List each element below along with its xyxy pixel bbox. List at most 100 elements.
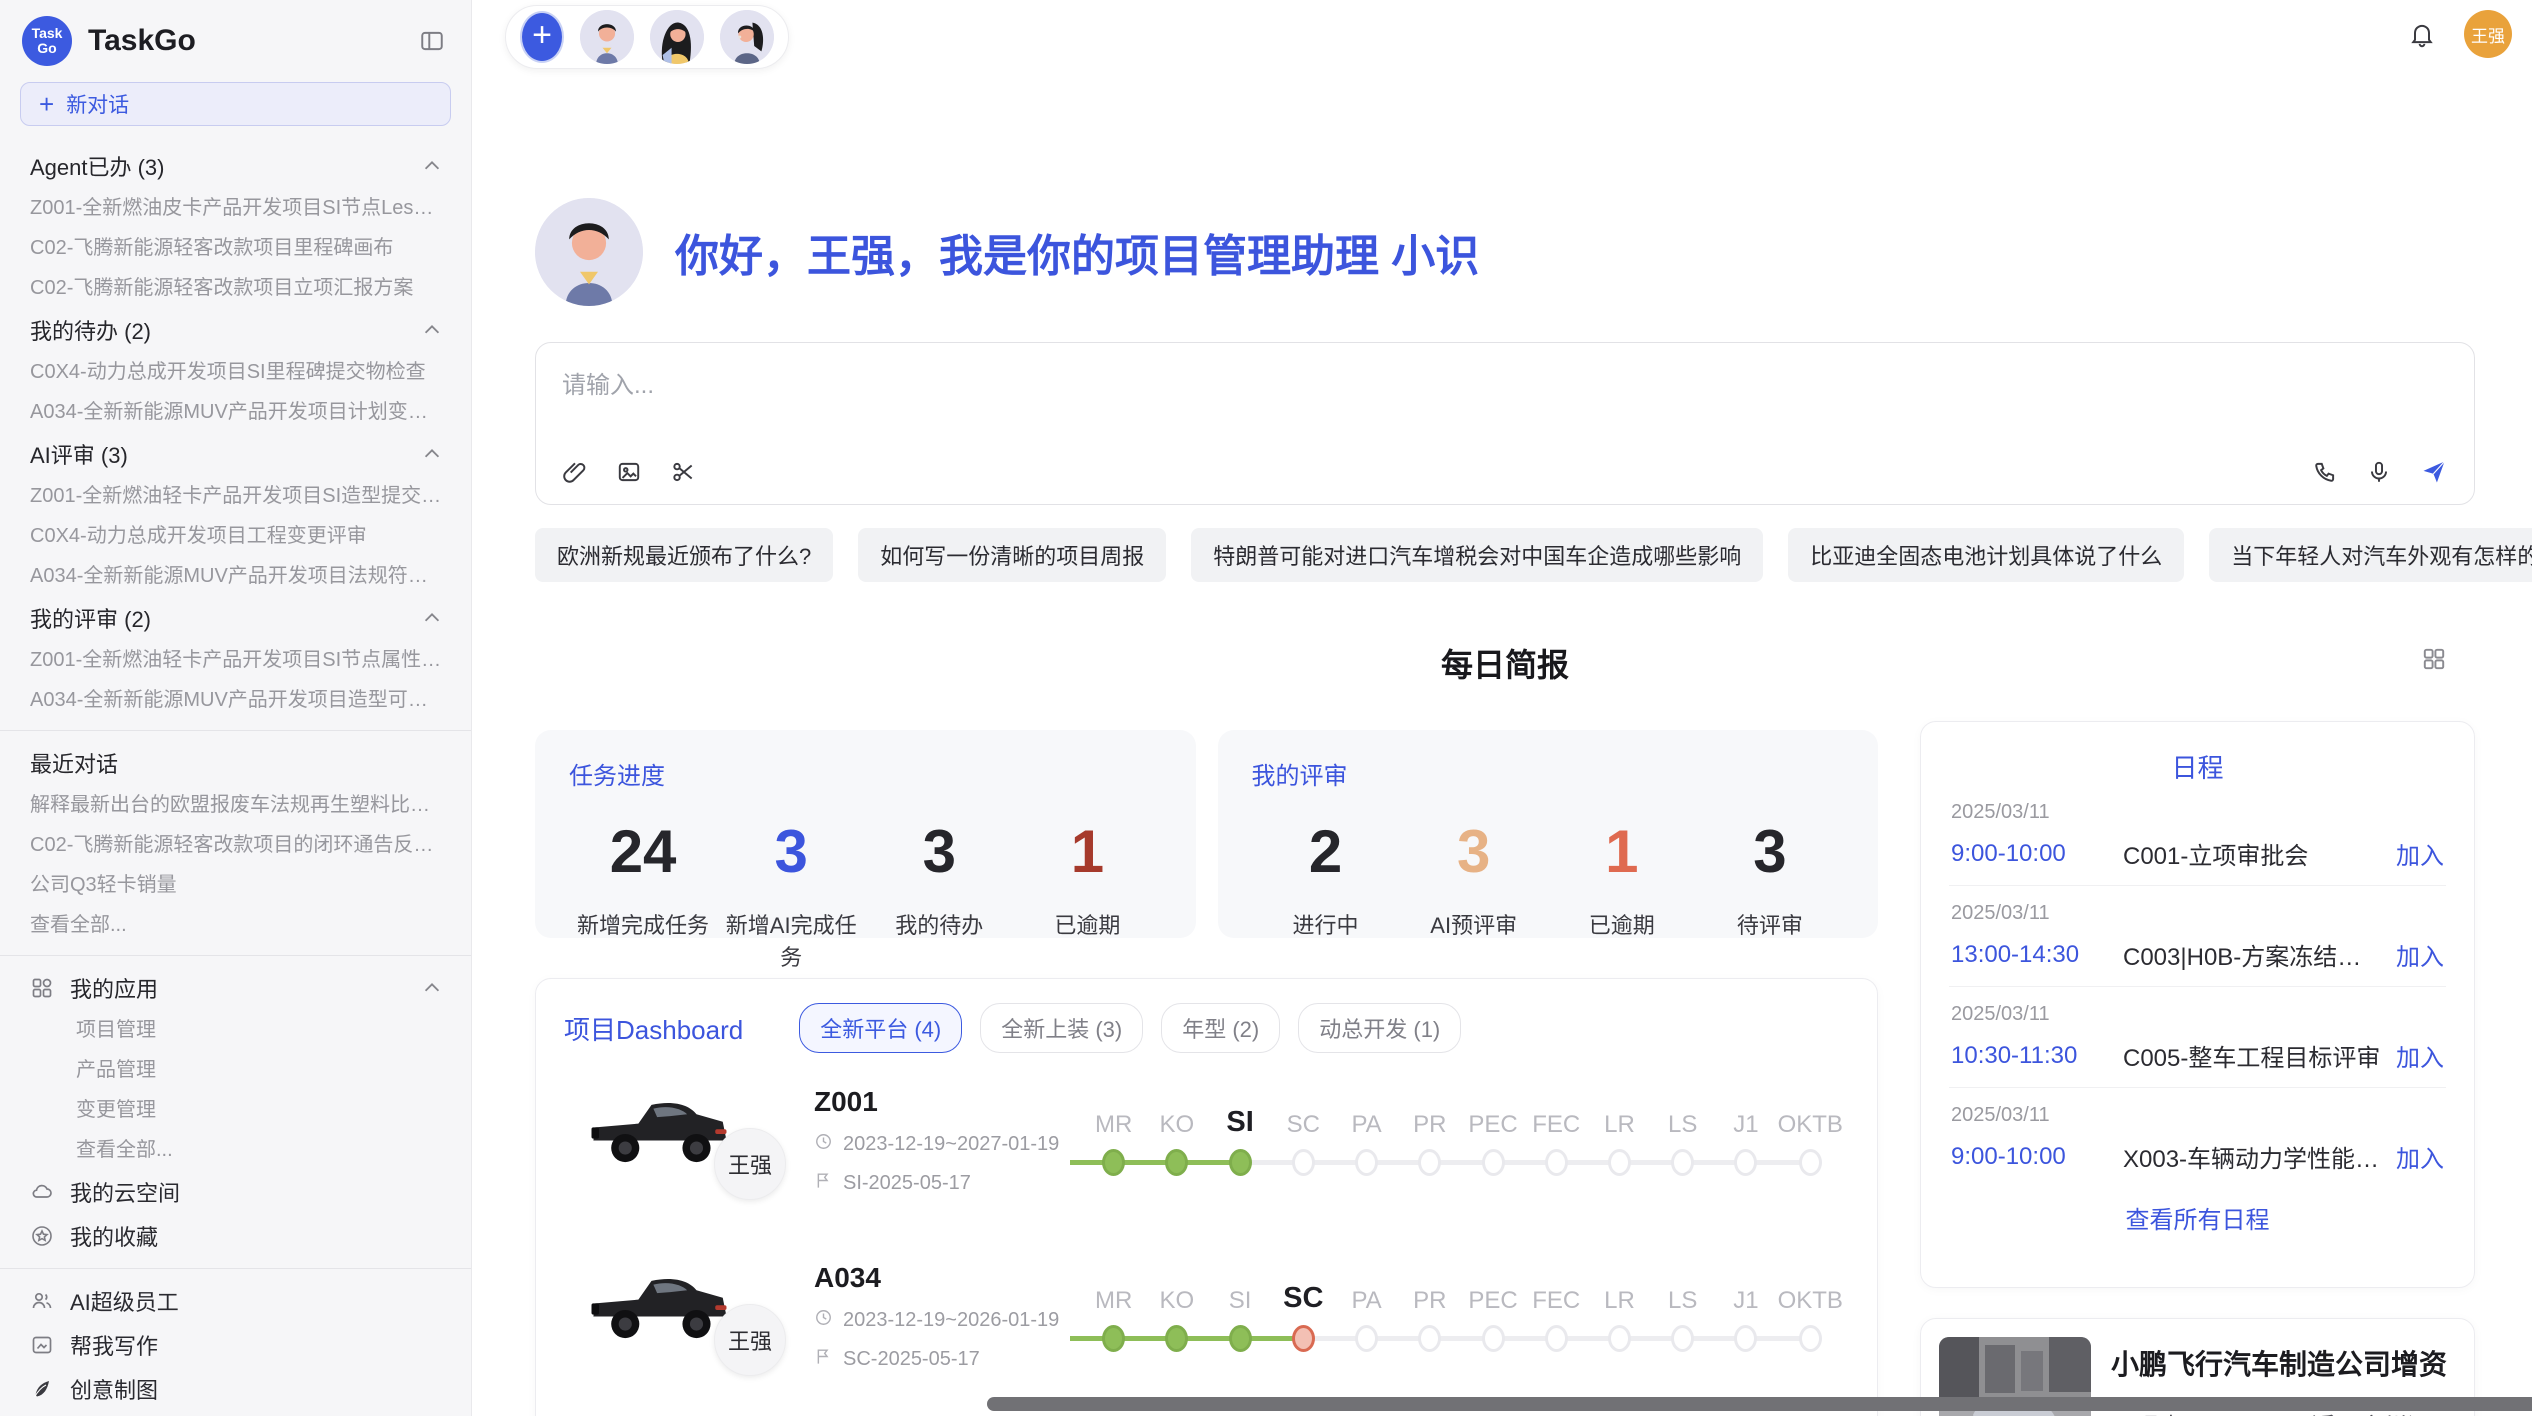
section-header[interactable]: 我的评审 (2): [0, 596, 471, 640]
join-link[interactable]: 加入: [2396, 1038, 2444, 1073]
section-title: 最近对话: [30, 747, 118, 779]
recent-chat-item[interactable]: C02-飞腾新能源轻客改款项目的闭环通告反馈情况: [0, 825, 471, 865]
project-code[interactable]: Z001: [814, 1086, 1082, 1118]
milestone-dot[interactable]: [1418, 1149, 1441, 1176]
sidebar-item-ai-staff[interactable]: AI超级员工: [0, 1279, 471, 1323]
milestone-dot[interactable]: [1482, 1149, 1505, 1176]
sidebar-item-favorites[interactable]: 我的收藏: [0, 1214, 471, 1258]
send-icon[interactable]: [2420, 458, 2448, 486]
milestone-dot[interactable]: [1165, 1325, 1188, 1352]
milestone-dot[interactable]: [1734, 1325, 1757, 1352]
milestone-dot[interactable]: [1292, 1325, 1315, 1352]
app-item[interactable]: 查看全部...: [0, 1130, 471, 1170]
dashboard-tab[interactable]: 年型 (2): [1161, 1003, 1280, 1053]
view-all-schedule-link[interactable]: 查看所有日程: [1949, 1200, 2446, 1235]
schedule-date: 2025/03/11: [1951, 1104, 2444, 1127]
section-header[interactable]: 我的待办 (2): [0, 308, 471, 352]
milestone-dot[interactable]: [1355, 1149, 1378, 1176]
milestone-dot[interactable]: [1229, 1149, 1252, 1176]
suggestion-chips: 欧洲新规最近颁布了什么? 如何写一份清晰的项目周报特朗普可能对进口汽车增税会对中国…: [535, 528, 2475, 582]
milestone-dot[interactable]: [1671, 1149, 1694, 1176]
project-code[interactable]: A034: [814, 1262, 1082, 1294]
milestone-dot[interactable]: [1608, 1149, 1631, 1176]
sidebar-item[interactable]: Z001-全新燃油皮卡产品开发项目SI节点Lesson Learn报告: [0, 188, 471, 228]
sidebar-item[interactable]: C02-飞腾新能源轻客改款项目立项汇报方案: [0, 268, 471, 308]
schedule-name: X003-车辆动力学性能验...: [2123, 1139, 2384, 1174]
mic-icon[interactable]: [2366, 458, 2392, 486]
sidebar-item[interactable]: A034-全新新能源MUV产品开发项目造型可行性评审: [0, 680, 471, 720]
paperclip-icon[interactable]: [562, 459, 588, 485]
layout-grid-icon[interactable]: [2421, 646, 2447, 672]
milestone-dot[interactable]: [1292, 1149, 1315, 1176]
dashboard-tab[interactable]: 动总开发 (1): [1298, 1003, 1461, 1053]
schedule-date: 2025/03/11: [1951, 801, 2444, 824]
milestone-dot[interactable]: [1229, 1325, 1252, 1352]
join-link[interactable]: 加入: [2396, 836, 2444, 871]
milestone-dot[interactable]: [1799, 1149, 1822, 1176]
dashboard-tab[interactable]: 全新上装 (3): [980, 1003, 1143, 1053]
milestone-label: MR: [1082, 1273, 1145, 1315]
milestone-dot[interactable]: [1799, 1325, 1822, 1352]
chevron-up-icon: [421, 319, 443, 341]
recent-chat-item[interactable]: 查看全部...: [0, 905, 471, 945]
milestone-dot[interactable]: [1482, 1325, 1505, 1352]
schedule-name: C005-整车工程目标评审: [2123, 1038, 2384, 1073]
image-icon[interactable]: [616, 459, 642, 485]
milestone-dot[interactable]: [1545, 1149, 1568, 1176]
suggestion-chip[interactable]: 欧洲新规最近颁布了什么?: [535, 528, 833, 582]
milestone-cell: FEC: [1525, 1097, 1588, 1185]
milestone-dot[interactable]: [1671, 1325, 1694, 1352]
suggestion-chip[interactable]: 特朗普可能对进口汽车增税会对中国车企造成哪些影响: [1191, 528, 1763, 582]
project-row: 王强Z0012023-12-19~2027-01-19SI-2025-05-17…: [564, 1053, 1849, 1229]
horizontal-scrollbar[interactable]: [987, 1397, 2532, 1411]
sidebar-item[interactable]: A034-全新新能源MUV产品开发项目法规符合性评审: [0, 556, 471, 596]
recent-chat-item[interactable]: 解释最新出台的欧盟报废车法规再生塑料比例被调至15%...: [0, 785, 471, 825]
section-my-apps[interactable]: 我的应用: [0, 966, 471, 1010]
sidebar-item[interactable]: C02-飞腾新能源轻客改款项目里程碑画布: [0, 228, 471, 268]
sidebar-item[interactable]: C0X4-动力总成开发项目SI里程碑提交物检查: [0, 352, 471, 392]
milestone-cell: LS: [1651, 1097, 1714, 1185]
sidebar-item-help-write[interactable]: 帮我写作: [0, 1323, 471, 1367]
sidebar-item-creative-draw[interactable]: 创意制图: [0, 1367, 471, 1411]
section-header[interactable]: AI评审 (3): [0, 432, 471, 476]
milestone-dot-row: [1778, 1315, 1843, 1361]
project-image: 王强: [564, 1066, 814, 1216]
new-chat-button[interactable]: + 新对话: [20, 82, 451, 126]
join-link[interactable]: 加入: [2396, 1139, 2444, 1174]
recent-chat-item[interactable]: 公司Q3轻卡销量: [0, 865, 471, 905]
section-recent-chats[interactable]: 最近对话: [0, 741, 471, 785]
milestone-dot[interactable]: [1545, 1325, 1568, 1352]
milestone-dot[interactable]: [1165, 1149, 1188, 1176]
milestone-dot[interactable]: [1418, 1325, 1441, 1352]
milestone-label: MR: [1082, 1097, 1145, 1139]
sidebar-item[interactable]: A034-全新新能源MUV产品开发项目计划变更表编写: [0, 392, 471, 432]
write-icon: [30, 1333, 54, 1357]
sidebar-item-cloud-space[interactable]: 我的云空间: [0, 1170, 471, 1214]
panel-collapse-icon[interactable]: [419, 28, 445, 54]
phone-icon[interactable]: [2312, 458, 2338, 486]
milestone-dot[interactable]: [1608, 1325, 1631, 1352]
milestone-dot[interactable]: [1102, 1149, 1125, 1176]
sidebar-body: Agent已办 (3)Z001-全新燃油皮卡产品开发项目SI节点Lesson L…: [0, 138, 471, 1416]
project-dashboard-card: 项目Dashboard 全新平台 (4)全新上装 (3)年型 (2)动总开发 (…: [535, 978, 1878, 1416]
suggestion-chip[interactable]: 比亚迪全固态电池计划具体说了什么: [1788, 528, 2184, 582]
app-item[interactable]: 产品管理: [0, 1050, 471, 1090]
sidebar-item[interactable]: C0X4-动力总成开发项目工程变更评审: [0, 516, 471, 556]
join-link[interactable]: 加入: [2396, 937, 2444, 972]
scissors-icon[interactable]: [670, 459, 696, 485]
suggestion-chip[interactable]: 如何写一份清晰的项目周报: [858, 528, 1166, 582]
dashboard-tab[interactable]: 全新平台 (4): [799, 1003, 962, 1053]
suggestion-chip[interactable]: 当下年轻人对汽车外观有怎样的喜好趋势: [2209, 528, 2532, 582]
section-header[interactable]: Agent已办 (3): [0, 144, 471, 188]
milestone-cell: KO: [1145, 1097, 1208, 1185]
milestone-dot[interactable]: [1734, 1149, 1757, 1176]
sidebar-item[interactable]: Z001-全新燃油轻卡产品开发项目SI节点属性5D文件评审: [0, 640, 471, 680]
milestone-dot[interactable]: [1355, 1325, 1378, 1352]
chat-input[interactable]: 请输入...: [535, 342, 2475, 505]
milestone-dot[interactable]: [1102, 1325, 1125, 1352]
app-item[interactable]: 项目管理: [0, 1010, 471, 1050]
daily-brief-title: 每日简报: [535, 640, 2475, 686]
stat-label: 新增AI完成任务: [717, 908, 865, 972]
app-item[interactable]: 变更管理: [0, 1090, 471, 1130]
sidebar-item[interactable]: Z001-全新燃油轻卡产品开发项目SI造型提交物评审: [0, 476, 471, 516]
